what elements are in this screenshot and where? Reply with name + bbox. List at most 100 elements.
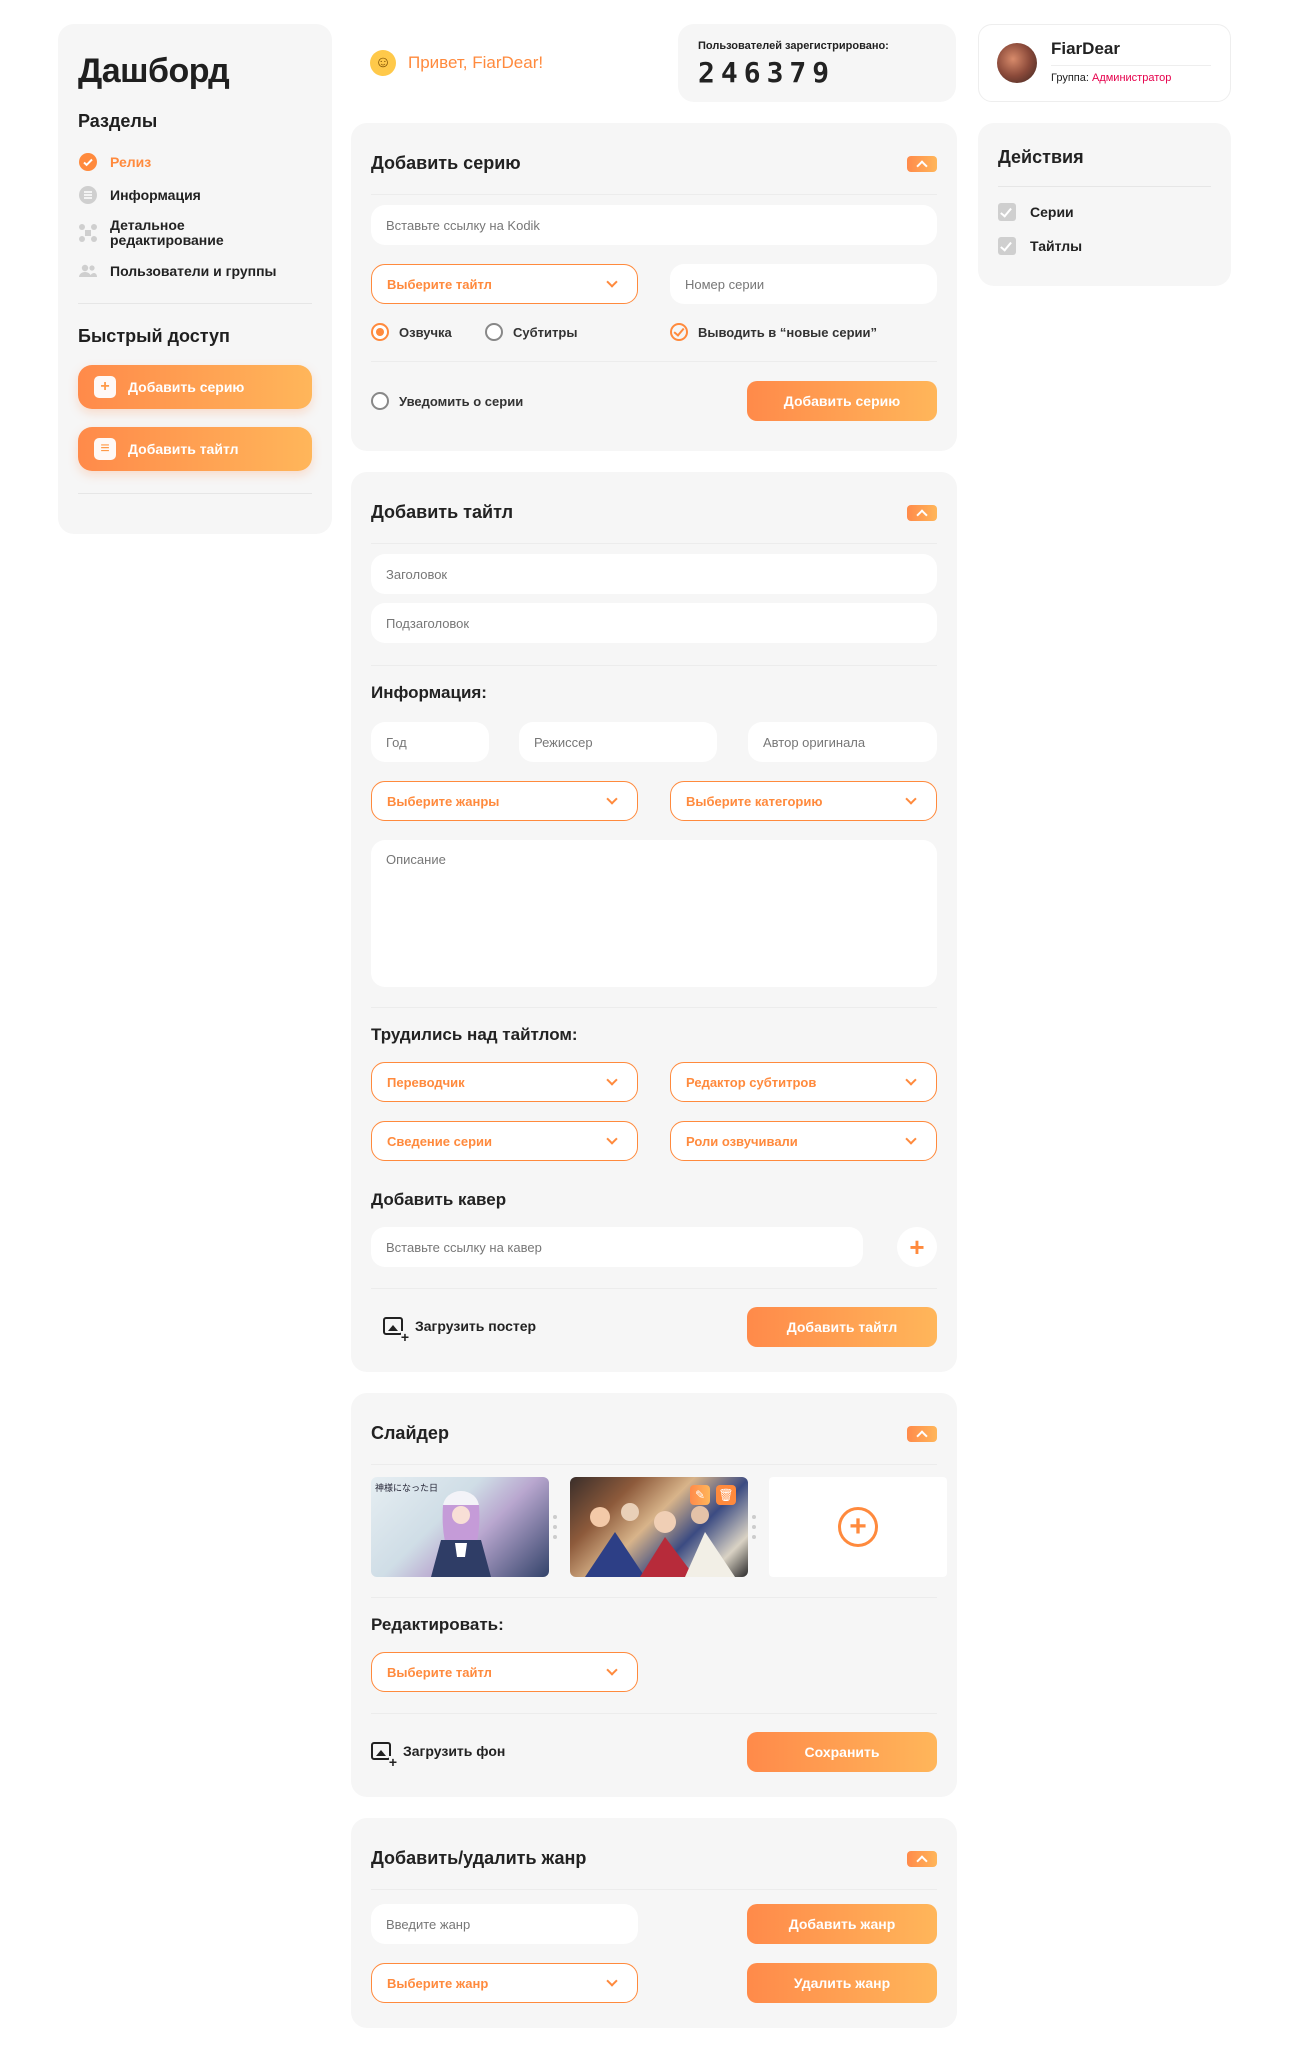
select-value: Выберите жанр [387,1975,489,1991]
sidebar-item-detailed-edit[interactable]: Детальное редактирование [78,218,312,248]
chevron-up-icon [916,159,928,172]
edit-slide-button[interactable]: ✎ [690,1485,710,1505]
add-episode-panel: Добавить серию Вставьте ссылку на Kodik … [351,123,957,451]
panel-title: Добавить/удалить жанр [371,1848,587,1868]
translator-select[interactable]: Переводчик [371,1062,638,1102]
chevron-down-icon [606,1073,618,1086]
action-label: Серии [1030,204,1074,220]
delete-slide-button[interactable]: 🗑 [716,1485,736,1505]
collapse-button[interactable] [907,504,937,521]
remove-genre-button[interactable]: Удалить жанр [747,1963,937,2003]
collapse-button[interactable] [907,1850,937,1867]
chevron-down-icon [606,1663,618,1676]
description-textarea[interactable]: Описание [371,840,937,987]
actions-title: Действия [998,147,1211,187]
action-episodes[interactable]: Серии [998,203,1211,221]
panel-header: Добавить серию [371,123,937,195]
subs-editor-select[interactable]: Редактор субтитров [670,1062,937,1102]
sidebar-item-users[interactable]: Пользователи и группы [78,261,312,281]
subheading-input[interactable]: Подзаголовок [371,603,937,643]
author-input[interactable]: Автор оригинала [748,722,937,762]
collapse-button[interactable] [907,1425,937,1442]
add-episode-button[interactable]: Добавить серию [747,381,937,421]
cover-link-input[interactable]: Вставьте ссылку на кавер [371,1227,863,1267]
collapse-button[interactable] [907,155,937,172]
divider [371,1007,937,1008]
slide-thumbnail[interactable]: ✎ 🗑 [570,1477,748,1577]
avatar[interactable] [997,43,1037,83]
action-titles[interactable]: Тайтлы [998,237,1211,255]
save-button[interactable]: Сохранить [747,1732,937,1772]
voice-roles-select[interactable]: Роли озвучивали [670,1121,937,1161]
add-genre-button[interactable]: Добавить жанр [747,1904,937,1944]
category-select[interactable]: Выберите категорию [670,781,937,821]
select-value: Выберите тайтл [387,1664,492,1680]
title-select[interactable]: Выберите тайтл [371,264,638,304]
divider [78,303,312,304]
heading-input[interactable]: Заголовок [371,554,937,594]
divider [371,1713,937,1714]
greeting-text: Привет, FiarDear! [408,53,544,72]
action-label: Тайтлы [1030,238,1083,254]
sidebar-item-label: Пользователи и группы [110,262,277,279]
cover-title: Добавить кавер [371,1190,507,1209]
chevron-down-icon [606,1974,618,1987]
select-value: Выберите категорию [686,793,823,809]
drag-handle[interactable] [553,1515,557,1539]
slide-thumbnail[interactable]: 神様になった日 [371,1477,549,1577]
radio-label: Уведомить о серии [399,393,524,409]
subs-radio[interactable]: Субтитры [485,323,577,341]
list-icon [78,185,98,205]
profile-name: FiarDear [1051,39,1211,66]
genre-select[interactable]: Выберите жанр [371,1963,638,2003]
chevron-up-icon [916,1854,928,1867]
check-circle-icon [670,323,688,341]
genres-select[interactable]: Выберите жанры [371,781,638,821]
quick-add-episode-button[interactable]: + Добавить серию [78,365,312,409]
episode-number-input[interactable]: Номер серии [670,264,937,304]
sidebar-item-info[interactable]: Информация [78,185,312,205]
group-role: Администратор [1091,72,1172,84]
chevron-down-icon [606,1132,618,1145]
panel-header: Добавить тайтл [371,472,937,544]
sidebar-item-label: Информация [110,186,201,203]
upload-poster-button[interactable]: Загрузить постер [383,1317,537,1343]
year-input[interactable]: Год [371,722,489,762]
upload-label: Загрузить фон [403,1743,506,1759]
drag-handle[interactable] [752,1515,756,1539]
divider [78,493,312,494]
show-new-toggle[interactable]: Выводить в “новые серии” [670,323,877,341]
image-upload-icon [371,1742,397,1768]
actions-card: Действия Серии Тайтлы [978,123,1231,286]
quick-access-title: Быстрый доступ [78,326,230,346]
radio-label: Озвучка [399,324,452,340]
add-slide-button[interactable]: + [769,1477,947,1577]
pencil-icon: ✎ [694,1488,706,1502]
quick-add-title-button[interactable]: ≡ Добавить тайтл [78,427,312,471]
director-input[interactable]: Режиссер [519,722,717,762]
message-box-icon: ≡ [94,438,116,460]
registered-users-label: Пользователей зарегистрировано: [698,40,889,52]
profile-card[interactable]: FiarDear Группа: Администратор [978,24,1231,102]
slider-panel: Слайдер 神様になった日 ✎ 🗑 + Редактировать: Выб… [351,1393,957,1797]
panel-title: Добавить серию [371,153,521,173]
add-cover-button[interactable]: + [897,1227,937,1267]
select-value: Выберите жанры [387,793,500,809]
grid-icon [78,223,98,243]
sidebar-item-release[interactable]: Релиз [78,152,312,172]
genre-input[interactable]: Введите жанр [371,1904,638,1944]
mixing-select[interactable]: Сведение серии [371,1121,638,1161]
kodik-link-input[interactable]: Вставьте ссылку на Kodik [371,205,937,245]
upload-label: Загрузить постер [415,1318,537,1334]
panel-header: Добавить/удалить жанр [371,1818,937,1890]
toggle-label: Выводить в “новые серии” [698,324,878,340]
slider-title-select[interactable]: Выберите тайтл [371,1652,638,1692]
registered-users-card: Пользователей зарегистрировано: 246379 [678,24,956,102]
chevron-down-icon [606,275,618,288]
add-title-button[interactable]: Добавить тайтл [747,1307,937,1347]
voice-radio[interactable]: Озвучка [371,323,452,341]
notify-radio[interactable]: Уведомить о серии [371,392,523,410]
select-value: Роли озвучивали [686,1133,798,1149]
upload-background-button[interactable]: Загрузить фон [371,1742,506,1768]
plus-circle-icon: + [838,1507,878,1547]
